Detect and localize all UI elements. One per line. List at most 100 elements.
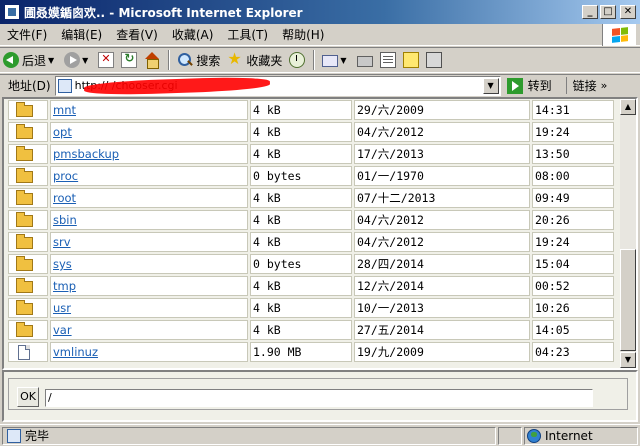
file-icon[interactable] — [18, 345, 30, 360]
file-name-cell: srv — [50, 232, 248, 252]
file-date-cell: 17/六/2013 — [354, 144, 530, 164]
ok-button[interactable]: OK — [17, 387, 39, 407]
print-button[interactable] — [354, 49, 376, 71]
stop-icon — [98, 52, 115, 68]
file-name-link[interactable]: sys — [53, 257, 72, 271]
favorites-button[interactable]: 收藏夹 — [224, 49, 285, 71]
folder-icon[interactable] — [16, 124, 33, 139]
file-name-link[interactable]: opt — [53, 125, 72, 139]
folder-icon[interactable] — [16, 190, 33, 205]
file-name-link[interactable]: srv — [53, 235, 71, 249]
file-icon-cell — [8, 122, 48, 142]
menu-edit[interactable]: 编辑(E) — [54, 26, 109, 43]
close-button[interactable]: ✕ — [620, 5, 636, 19]
discuss-button[interactable] — [400, 49, 422, 71]
links-button[interactable]: 链接 — [565, 77, 597, 94]
file-size-cell: 4 kB — [250, 188, 352, 208]
folder-icon[interactable] — [16, 146, 33, 161]
vertical-scrollbar[interactable]: ▲ ▼ — [620, 99, 636, 368]
history-button[interactable] — [286, 49, 308, 71]
forward-button[interactable]: ▼ — [61, 49, 94, 71]
file-name-link[interactable]: tmp — [53, 279, 76, 293]
mail-dropdown-icon[interactable]: ▼ — [340, 56, 346, 65]
scroll-up-icon[interactable]: ▲ — [620, 99, 636, 115]
back-dropdown-icon[interactable]: ▼ — [48, 56, 54, 65]
file-name-link[interactable]: usr — [53, 301, 71, 315]
file-name-cell: var — [50, 320, 248, 340]
zone-text: Internet — [545, 428, 593, 443]
refresh-icon — [121, 51, 138, 68]
folder-icon[interactable] — [16, 234, 33, 249]
file-name-cell: root — [50, 188, 248, 208]
file-icon-cell — [8, 210, 48, 230]
links-more-icon[interactable]: » — [601, 79, 608, 92]
folder-icon[interactable] — [16, 278, 33, 293]
address-input[interactable]: http:// /chooser.cgi ▼ — [54, 75, 501, 96]
file-date-cell: 12/六/2014 — [354, 276, 530, 296]
status-bar: 完毕 Internet — [0, 424, 640, 446]
file-name-cell: sys — [50, 254, 248, 274]
file-icon-cell — [8, 320, 48, 340]
file-icon-cell — [8, 166, 48, 186]
zone-panel: Internet — [524, 426, 638, 445]
page-done-icon — [7, 428, 21, 443]
status-text: 完毕 — [25, 429, 50, 443]
refresh-button[interactable] — [118, 49, 140, 71]
scroll-down-icon[interactable]: ▼ — [620, 352, 636, 368]
search-button[interactable]: 搜索 — [174, 49, 223, 71]
file-date-cell: 27/五/2014 — [354, 320, 530, 340]
file-name-link[interactable]: mnt — [53, 103, 76, 117]
forward-dropdown-icon[interactable]: ▼ — [82, 56, 88, 65]
file-name-link[interactable]: var — [53, 323, 72, 337]
file-name-link[interactable]: sbin — [53, 213, 77, 227]
file-name-link[interactable]: vmlinuz — [53, 345, 98, 359]
stop-button[interactable] — [95, 49, 117, 71]
file-name-cell: vmlinuz — [50, 342, 248, 362]
file-date-cell: 07/十二/2013 — [354, 188, 530, 208]
file-time-cell: 09:49 — [532, 188, 614, 208]
file-name-link[interactable]: pmsbackup — [53, 147, 119, 161]
folder-icon[interactable] — [16, 322, 33, 337]
file-time-cell: 04:23 — [532, 342, 614, 362]
file-name-link[interactable]: proc — [53, 169, 78, 183]
folder-icon[interactable] — [16, 168, 33, 183]
menu-view[interactable]: 查看(V) — [109, 26, 165, 43]
status-progress-panel — [498, 426, 522, 445]
menu-file[interactable]: 文件(F) — [0, 26, 54, 43]
go-button[interactable]: 转到 — [506, 77, 552, 94]
back-button[interactable]: 后退 ▼ — [0, 49, 60, 71]
title-bar: 圃叒嫫鍎囪欢.. - Microsoft Internet Explorer _… — [0, 0, 640, 24]
home-icon — [144, 52, 160, 69]
home-button[interactable] — [141, 49, 163, 71]
file-size-cell: 4 kB — [250, 232, 352, 252]
menu-tools[interactable]: 工具(T) — [220, 26, 275, 43]
folder-icon[interactable] — [16, 102, 33, 117]
file-time-cell: 13:50 — [532, 144, 614, 164]
file-name-cell: tmp — [50, 276, 248, 296]
toolbar-separator — [313, 50, 316, 70]
tools-icon — [425, 52, 442, 68]
edit-page-icon — [379, 52, 396, 68]
edit-button[interactable] — [377, 49, 399, 71]
file-name-cell: usr — [50, 298, 248, 318]
menu-favorites[interactable]: 收藏(A) — [165, 26, 221, 43]
maximize-button[interactable]: □ — [600, 5, 616, 19]
search-icon — [177, 52, 193, 68]
file-time-cell: 10:26 — [532, 298, 614, 318]
mail-button[interactable]: ▼ — [319, 49, 352, 71]
file-time-cell: 00:52 — [532, 276, 614, 296]
file-name-link[interactable]: root — [53, 191, 76, 205]
file-size-cell: 4 kB — [250, 122, 352, 142]
tools-button[interactable] — [423, 49, 445, 71]
minimize-button[interactable]: _ — [582, 5, 598, 19]
menu-help[interactable]: 帮助(H) — [275, 26, 331, 43]
address-dropdown-icon[interactable]: ▼ — [482, 77, 499, 94]
folder-icon[interactable] — [16, 300, 33, 315]
folder-icon[interactable] — [16, 256, 33, 271]
file-time-cell: 14:31 — [532, 100, 614, 120]
path-input[interactable]: / — [45, 389, 593, 407]
file-time-cell: 14:05 — [532, 320, 614, 340]
scroll-thumb[interactable] — [620, 249, 636, 351]
file-time-cell: 19:24 — [532, 232, 614, 252]
folder-icon[interactable] — [16, 212, 33, 227]
